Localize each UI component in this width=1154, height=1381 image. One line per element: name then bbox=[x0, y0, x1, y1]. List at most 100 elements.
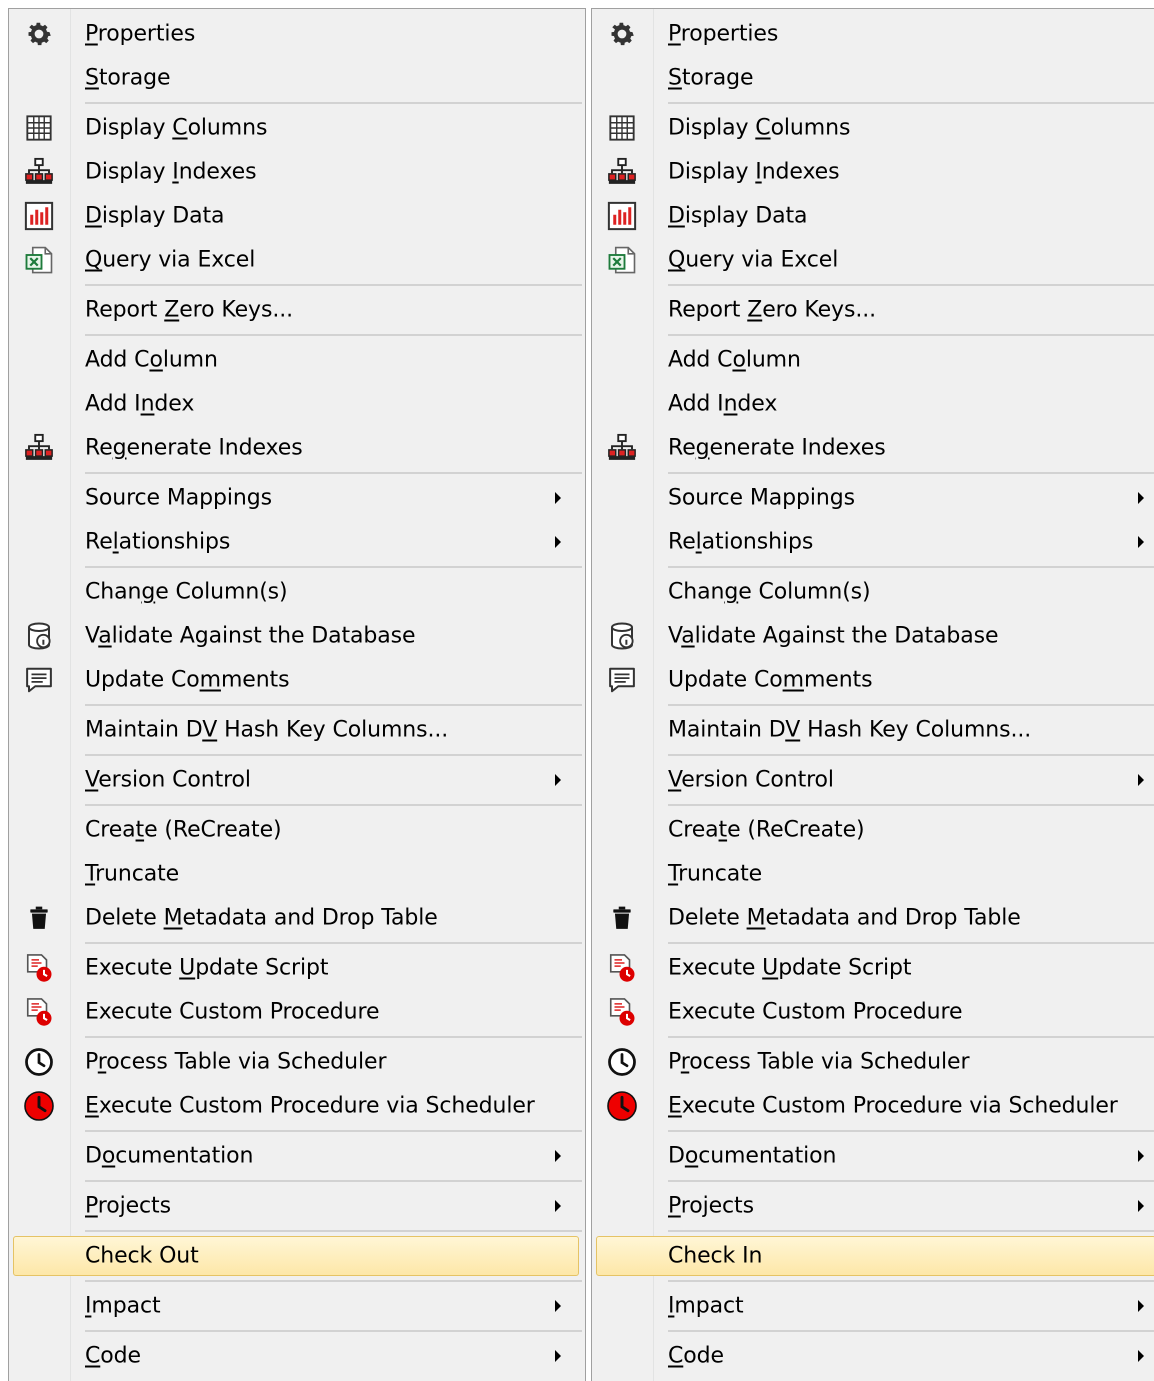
menu-item-update-comments[interactable]: Update Comments bbox=[592, 658, 1154, 702]
access-key: Z bbox=[747, 297, 763, 323]
menu-item-properties[interactable]: Properties bbox=[592, 12, 1154, 56]
menu-item-code[interactable]: Code bbox=[592, 1334, 1154, 1378]
menu-item-documentation[interactable]: Documentation bbox=[592, 1134, 1154, 1178]
menu-item-label: Source Mappings bbox=[668, 486, 855, 511]
red-clock-icon bbox=[605, 1089, 639, 1123]
label-text: ationships bbox=[701, 529, 814, 555]
menu-item-add-column[interactable]: Add Column bbox=[592, 338, 1154, 382]
menu-item-maintain-dv-hash-key-columns[interactable]: Maintain DV Hash Key Columns... bbox=[9, 708, 585, 752]
menu-item-maintain-dv-hash-key-columns[interactable]: Maintain DV Hash Key Columns... bbox=[592, 708, 1154, 752]
label-text: ationships bbox=[118, 529, 231, 555]
menu-item-label: Display Columns bbox=[85, 116, 267, 141]
menu-item-truncate[interactable]: Truncate bbox=[592, 852, 1154, 896]
menu-item-process-table-via-scheduler[interactable]: Process Table via Scheduler bbox=[9, 1040, 585, 1084]
menu-item-change-column-s[interactable]: Change Column(s) bbox=[592, 570, 1154, 614]
menu-item-execute-custom-procedure[interactable]: Execute Custom Procedure bbox=[592, 990, 1154, 1034]
menu-item-label: Process Table via Scheduler bbox=[85, 1050, 386, 1075]
menu-item-projects[interactable]: Projects bbox=[9, 1184, 585, 1228]
label-text: Maintain D bbox=[85, 717, 203, 743]
menu-item-impact[interactable]: Impact bbox=[9, 1284, 585, 1328]
submenu-arrow-icon bbox=[1138, 1350, 1144, 1362]
access-key: C bbox=[85, 1343, 101, 1369]
menu-item-regenerate-indexes[interactable]: Regenerate Indexes bbox=[9, 426, 585, 470]
menu-item-version-control[interactable]: Version Control bbox=[9, 758, 585, 802]
menu-item-label: Change Column(s) bbox=[85, 580, 288, 605]
label-text: D bbox=[668, 1143, 685, 1169]
menu-item-truncate[interactable]: Truncate bbox=[9, 852, 585, 896]
label-text: Execute bbox=[668, 955, 763, 981]
label-text: enerate Indexes bbox=[709, 435, 886, 461]
menu-item-properties[interactable]: Properties bbox=[9, 12, 585, 56]
context-menu-left: Properties Storage Display Columns Display … bbox=[8, 8, 586, 1381]
menu-item-create-recreate[interactable]: Create (ReCreate) bbox=[9, 808, 585, 852]
menu-item-label: Check In bbox=[668, 1244, 762, 1269]
menu-item-label: Add Index bbox=[668, 392, 777, 417]
menu-item-storage[interactable]: Storage bbox=[9, 56, 585, 100]
menu-item-label: Execute Custom Procedure via Scheduler bbox=[668, 1094, 1118, 1119]
menu-item-report-zero-keys[interactable]: Report Zero Keys... bbox=[592, 288, 1154, 332]
submenu-arrow-icon bbox=[555, 492, 561, 504]
menu-item-process-table-via-scheduler[interactable]: Process Table via Scheduler bbox=[592, 1040, 1154, 1084]
access-key: C bbox=[755, 115, 771, 141]
menu-item-documentation[interactable]: Documentation bbox=[9, 1134, 585, 1178]
hierarchy-icon bbox=[605, 431, 639, 465]
menu-item-label: Display Indexes bbox=[85, 160, 257, 185]
menu-item-label: Regenerate Indexes bbox=[85, 436, 303, 461]
menu-item-execute-update-script[interactable]: Execute Update Script bbox=[592, 946, 1154, 990]
menu-item-label: Report Zero Keys... bbox=[85, 298, 293, 323]
menu-item-update-comments[interactable]: Update Comments bbox=[9, 658, 585, 702]
menu-item-add-index[interactable]: Add Index bbox=[592, 382, 1154, 426]
menu-item-label: Execute Update Script bbox=[668, 956, 911, 981]
hierarchy-icon bbox=[22, 155, 56, 189]
label-text: Chan bbox=[85, 579, 142, 605]
menu-item-delete-metadata-and-drop-table[interactable]: Delete Metadata and Drop Table bbox=[9, 896, 585, 940]
menu-item-query-via-excel[interactable]: Query via Excel bbox=[9, 238, 585, 282]
label-text: rojects bbox=[680, 1193, 754, 1219]
menu-items: Properties Storage Display Columns Display … bbox=[9, 12, 585, 1378]
label-text: Add I bbox=[85, 391, 141, 417]
menu-item-display-indexes[interactable]: Display Indexes bbox=[9, 150, 585, 194]
menu-item-regenerate-indexes[interactable]: Regenerate Indexes bbox=[592, 426, 1154, 470]
menu-item-report-zero-keys[interactable]: Report Zero Keys... bbox=[9, 288, 585, 332]
menu-item-version-control[interactable]: Version Control bbox=[592, 758, 1154, 802]
menu-item-execute-custom-procedure-via-scheduler[interactable]: Execute Custom Procedure via Scheduler bbox=[592, 1084, 1154, 1128]
access-key: V bbox=[668, 767, 682, 793]
menu-item-change-column-s[interactable]: Change Column(s) bbox=[9, 570, 585, 614]
menu-item-display-data[interactable]: Display Data bbox=[9, 194, 585, 238]
menu-item-add-index[interactable]: Add Index bbox=[9, 382, 585, 426]
menu-item-display-columns[interactable]: Display Columns bbox=[9, 106, 585, 150]
menu-item-check-out[interactable]: Check Out bbox=[9, 1234, 585, 1278]
access-key: n bbox=[723, 391, 738, 417]
menu-item-display-indexes[interactable]: Display Indexes bbox=[592, 150, 1154, 194]
menu-item-relationships[interactable]: Relationships bbox=[592, 520, 1154, 564]
menu-item-validate-against-the-database[interactable]: Validate Against the Database bbox=[9, 614, 585, 658]
access-key: g bbox=[724, 579, 739, 605]
menu-item-source-mappings[interactable]: Source Mappings bbox=[592, 476, 1154, 520]
label-text: e (ReCreate) bbox=[727, 817, 865, 843]
script-icon bbox=[605, 951, 639, 985]
menu-item-create-recreate[interactable]: Create (ReCreate) bbox=[592, 808, 1154, 852]
menu-item-execute-custom-procedure[interactable]: Execute Custom Procedure bbox=[9, 990, 585, 1034]
menu-item-storage[interactable]: Storage bbox=[592, 56, 1154, 100]
menu-item-impact[interactable]: Impact bbox=[592, 1284, 1154, 1328]
menu-item-execute-custom-procedure-via-scheduler[interactable]: Execute Custom Procedure via Scheduler bbox=[9, 1084, 585, 1128]
menu-item-add-column[interactable]: Add Column bbox=[9, 338, 585, 382]
access-key: a bbox=[681, 623, 695, 649]
menu-item-code[interactable]: Code bbox=[9, 1334, 585, 1378]
menu-item-validate-against-the-database[interactable]: Validate Against the Database bbox=[592, 614, 1154, 658]
menu-item-query-via-excel[interactable]: Query via Excel bbox=[592, 238, 1154, 282]
menu-item-display-columns[interactable]: Display Columns bbox=[592, 106, 1154, 150]
access-key: U bbox=[762, 955, 779, 981]
menu-item-execute-update-script[interactable]: Execute Update Script bbox=[9, 946, 585, 990]
menu-item-label: Projects bbox=[668, 1194, 754, 1219]
label-text: roperties bbox=[680, 21, 779, 47]
label-text: mpact bbox=[91, 1293, 161, 1319]
menu-item-relationships[interactable]: Relationships bbox=[9, 520, 585, 564]
menu-item-check-in[interactable]: Check In bbox=[592, 1234, 1154, 1278]
menu-item-source-mappings[interactable]: Source Mappings bbox=[9, 476, 585, 520]
label-text: runcate bbox=[95, 861, 180, 887]
menu-item-display-data[interactable]: Display Data bbox=[592, 194, 1154, 238]
label-text: enerate Indexes bbox=[126, 435, 303, 461]
menu-item-projects[interactable]: Projects bbox=[592, 1184, 1154, 1228]
menu-item-delete-metadata-and-drop-table[interactable]: Delete Metadata and Drop Table bbox=[592, 896, 1154, 940]
